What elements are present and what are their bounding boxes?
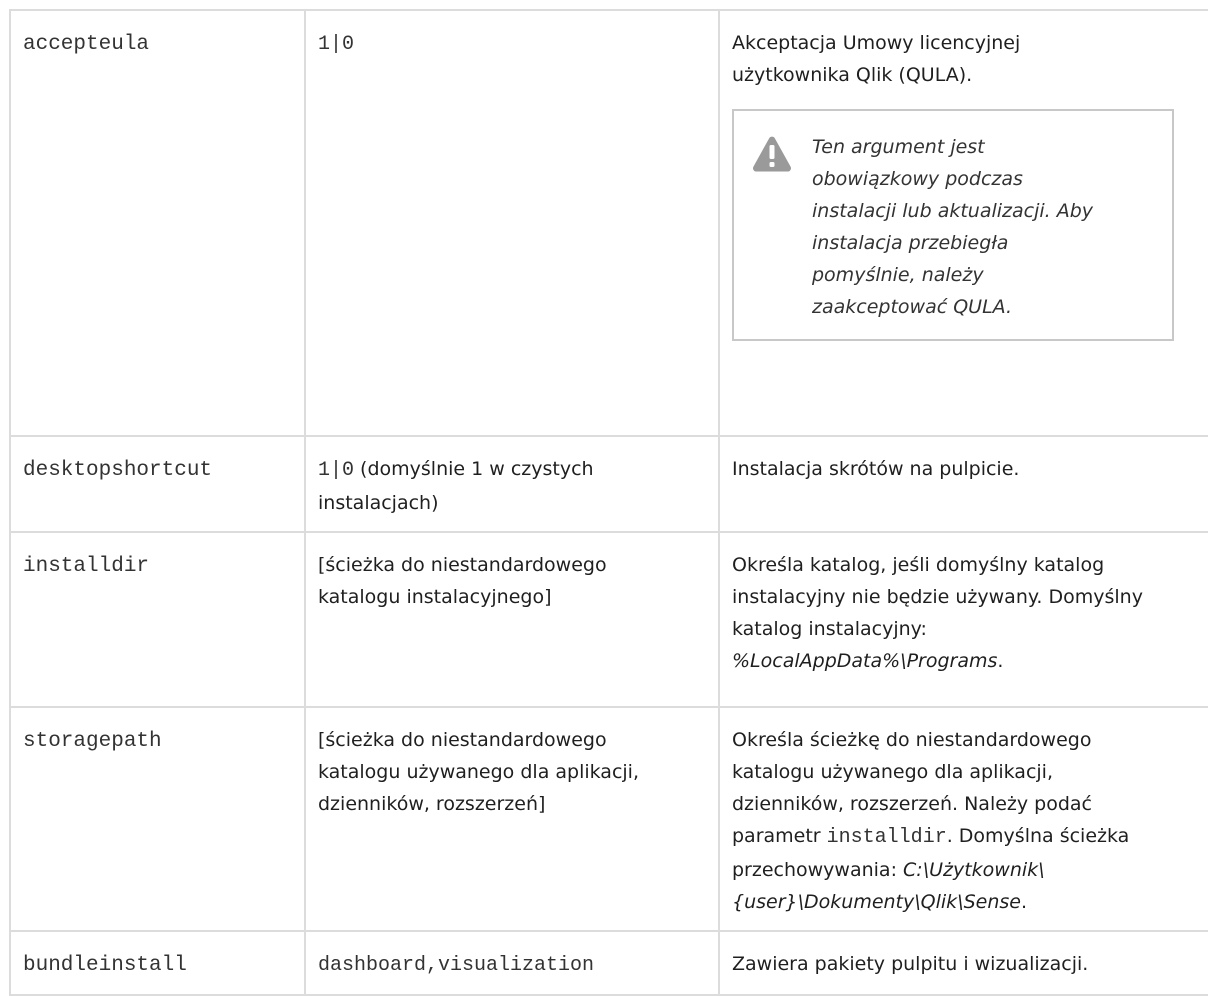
value-line: [ścieżka do niestandardowego [318,729,607,751]
param-value: 1|0 [318,33,355,56]
param-name-cell: accepteula [9,9,306,437]
warning-icon [752,131,794,323]
param-name-cell: installdir [9,531,306,708]
desc-line: Określa ścieżkę do niestandardowego [732,729,1092,751]
desc-line: użytkownika Qlik (QULA). [732,64,973,86]
param-value-cell: 1|0 [304,9,720,437]
param-desc: Instalacja skrótów na pulpicie. [732,458,1020,480]
param-value-cell: 1|0 (domyślnie 1 w czystych instalacjach… [304,435,720,533]
param-value: dashboard,visualization [318,954,595,977]
warning-text: Ten argument jest obowiązkowy podczas in… [812,131,1093,323]
param-desc-cell: Określa katalog, jeśli domyślny katalog … [718,531,1208,708]
warning-line: zaakceptować QULA. [812,296,1013,318]
param-name: storagepath [23,730,162,753]
param-value-note: instalacjach) [318,492,439,514]
param-value-cell: [ścieżka do niestandardowego katalogu in… [304,531,720,708]
desc-text: przechowywania: [732,859,904,881]
storage-path: {user}\Dokumenty\Qlik\Sense [732,891,1021,913]
param-name: accepteula [23,33,150,56]
param-desc: Akceptacja Umowy licencyjnej użytkownika… [732,27,1208,91]
desc-punct: . [1020,891,1027,913]
param-name: installdir [23,555,150,578]
warning-line: instalacja przebiegła [812,232,1009,254]
warning-line: Ten argument jest [812,136,985,158]
parameters-table: accepteula 1|0 Akceptacja Umowy licencyj… [9,9,1208,996]
param-desc: Zawiera pakiety pulpitu i wizualizacji. [732,953,1089,975]
param-name-cell: desktopshortcut [9,435,306,533]
value-line: katalogu instalacyjnego] [318,586,552,608]
warning-line: instalacji lub aktualizacji. Aby [812,200,1094,222]
param-code: installdir [826,826,947,849]
desc-punct: . [997,650,1004,672]
warning-line: pomyślnie, należy [812,264,984,286]
storage-path: C:\Użytkownik\ [903,859,1045,881]
desc-text: parametr [732,825,827,847]
desc-line: Akceptacja Umowy licencyjnej [732,32,1021,54]
param-name-cell: storagepath [9,706,306,932]
param-desc-cell: Akceptacja Umowy licencyjnej użytkownika… [718,9,1208,437]
desc-text: . Domyślna ścieżka [946,825,1130,847]
value-line: katalogu używanego dla aplikacji, [318,761,639,783]
warning-line: obowiązkowy podczas [812,168,1023,190]
param-name-cell: bundleinstall [9,930,306,996]
desc-line: katalog instalacyjny: [732,618,927,640]
param-desc-cell: Instalacja skrótów na pulpicie. [718,435,1208,533]
table-row: bundleinstall dashboard,visualization Za… [9,930,1208,996]
table-row: installdir [ścieżka do niestandardowego … [9,531,1208,708]
param-value-code: 1|0 [318,459,355,482]
table-row: desktopshortcut 1|0 (domyślnie 1 w czyst… [9,435,1208,533]
param-name: bundleinstall [23,954,187,977]
table-row: storagepath [ścieżka do niestandardowego… [9,706,1208,932]
desc-line: instalacyjny nie będzie używany. Domyśln… [732,586,1143,608]
param-value-note: (domyślnie 1 w czystych [354,458,594,480]
value-line: dzienników, rozszerzeń] [318,793,546,815]
param-name: desktopshortcut [23,459,213,482]
desc-line: katalogu używanego dla aplikacji, [732,761,1053,783]
desc-line: dzienników, rozszerzeń. Należy podać [732,793,1092,815]
warning-note: Ten argument jest obowiązkowy podczas in… [732,109,1174,341]
param-value-cell: dashboard,visualization [304,930,720,996]
value-line: [ścieżka do niestandardowego [318,554,607,576]
desc-line: Określa katalog, jeśli domyślny katalog [732,554,1105,576]
table-row: accepteula 1|0 Akceptacja Umowy licencyj… [9,9,1208,437]
param-value-cell: [ścieżka do niestandardowego katalogu uż… [304,706,720,932]
param-desc-cell: Zawiera pakiety pulpitu i wizualizacji. [718,930,1208,996]
install-path: %LocalAppData%\Programs [732,650,998,672]
param-desc-cell: Określa ścieżkę do niestandardowego kata… [718,706,1208,932]
